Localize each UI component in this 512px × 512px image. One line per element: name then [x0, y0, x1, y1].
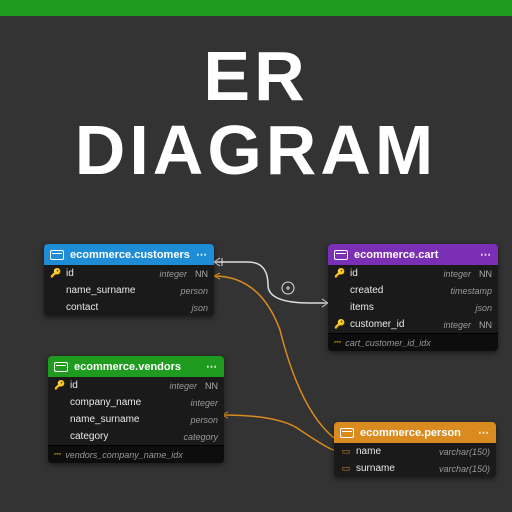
column-icon: ▭	[340, 463, 352, 474]
table-row[interactable]: 🔑idintegerNN	[44, 265, 214, 282]
index-icon: ⎓	[54, 449, 61, 460]
table-icon	[334, 250, 348, 260]
table-row[interactable]: name_surnameperson	[48, 411, 224, 428]
pk-icon: 🔑	[50, 268, 62, 279]
table-icon	[50, 250, 64, 260]
table-cart[interactable]: ecommerce.cart ⋯ 🔑idintegerNN createdtim…	[328, 244, 498, 351]
index-row[interactable]: ⎓vendors_company_name_idx	[48, 445, 224, 463]
pk-icon: 🔑	[334, 268, 346, 279]
index-icon: ⎓	[334, 337, 341, 348]
table-customers[interactable]: ecommerce.customers ⋯ 🔑idintegerNN name_…	[44, 244, 214, 316]
more-icon[interactable]: ⋯	[206, 360, 218, 373]
index-row[interactable]: ⎓cart_customer_id_idx	[328, 333, 498, 351]
table-person[interactable]: ecommerce.person ⋯ ▭namevarchar(150) ▭su…	[334, 422, 496, 477]
table-row[interactable]: createdtimestamp	[328, 282, 498, 299]
table-row[interactable]: contactjson	[44, 299, 214, 316]
type-icon	[340, 428, 354, 438]
table-row[interactable]: categorycategory	[48, 428, 224, 445]
fk-icon: 🔑	[334, 319, 346, 330]
table-header-customers[interactable]: ecommerce.customers ⋯	[44, 244, 214, 265]
more-icon[interactable]: ⋯	[478, 426, 490, 439]
er-canvas: ecommerce.customers ⋯ 🔑idintegerNN name_…	[0, 0, 512, 512]
table-title: ecommerce.customers	[70, 249, 190, 261]
table-vendors[interactable]: ecommerce.vendors ⋯ 🔑idintegerNN company…	[48, 356, 224, 463]
table-row[interactable]: 🔑customer_idintegerNN	[328, 316, 498, 333]
table-title: ecommerce.cart	[354, 249, 438, 261]
table-title: ecommerce.person	[360, 427, 461, 439]
table-row[interactable]: company_nameinteger	[48, 394, 224, 411]
table-row[interactable]: 🔑idintegerNN	[328, 265, 498, 282]
table-row[interactable]: name_surnameperson	[44, 282, 214, 299]
table-header-person[interactable]: ecommerce.person ⋯	[334, 422, 496, 443]
table-row[interactable]: itemsjson	[328, 299, 498, 316]
column-icon: ▭	[340, 446, 352, 457]
table-title: ecommerce.vendors	[74, 361, 181, 373]
more-icon[interactable]: ⋯	[480, 248, 492, 261]
more-icon[interactable]: ⋯	[196, 248, 208, 261]
table-row[interactable]: ▭surnamevarchar(150)	[334, 460, 496, 477]
table-row[interactable]: 🔑idintegerNN	[48, 377, 224, 394]
table-icon	[54, 362, 68, 372]
pk-icon: 🔑	[54, 380, 66, 391]
table-header-vendors[interactable]: ecommerce.vendors ⋯	[48, 356, 224, 377]
table-row[interactable]: ▭namevarchar(150)	[334, 443, 496, 460]
table-header-cart[interactable]: ecommerce.cart ⋯	[328, 244, 498, 265]
